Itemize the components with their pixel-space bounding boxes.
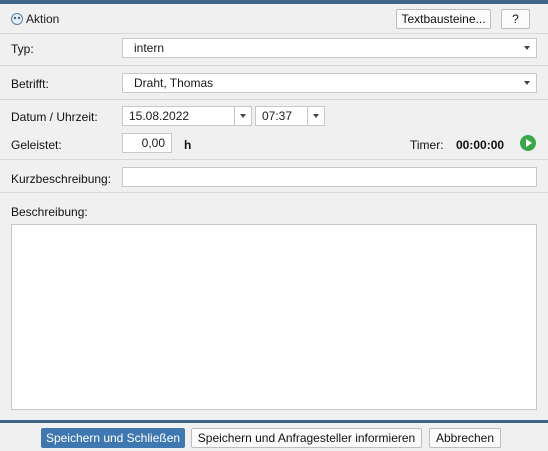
section-header: Aktion xyxy=(11,11,59,27)
divider xyxy=(0,99,548,100)
chevron-down-icon xyxy=(524,46,530,50)
betrifft-label: Betrifft: xyxy=(11,77,49,91)
section-title: Aktion xyxy=(26,12,60,26)
kurzbeschreibung-input[interactable] xyxy=(122,167,537,187)
geleistet-value: 0,00 xyxy=(141,136,165,150)
divider xyxy=(0,33,548,34)
uhrzeit-value: 07:37 xyxy=(262,109,293,123)
top-accent-bar xyxy=(0,0,548,4)
timer-label: Timer: xyxy=(410,138,444,152)
typ-label: Typ: xyxy=(11,42,34,56)
aktion-icon xyxy=(11,13,23,25)
play-icon[interactable] xyxy=(520,135,536,151)
help-button[interactable]: ? xyxy=(501,9,530,29)
datum-label: Datum / Uhrzeit: xyxy=(11,110,98,124)
save-close-button[interactable]: Speichern und Schließen xyxy=(41,428,185,448)
divider xyxy=(0,159,548,160)
timer-value: 00:00:00 xyxy=(456,138,505,152)
datum-input[interactable]: 15.08.2022 xyxy=(122,106,235,126)
geleistet-input[interactable]: 0,00 xyxy=(122,133,172,153)
betrifft-value: Draht, Thomas xyxy=(134,76,214,90)
beschreibung-textarea[interactable] xyxy=(11,224,537,410)
datum-dropdown-button[interactable] xyxy=(234,106,252,126)
beschreibung-label: Beschreibung: xyxy=(11,205,88,219)
typ-value: intern xyxy=(134,41,165,55)
textbausteine-button[interactable]: Textbausteine... xyxy=(396,9,491,29)
datum-value: 15.08.2022 xyxy=(129,109,190,123)
cancel-button[interactable]: Abbrechen xyxy=(429,428,501,448)
divider xyxy=(0,65,548,66)
uhrzeit-dropdown-button[interactable] xyxy=(307,106,325,126)
uhrzeit-input[interactable]: 07:37 xyxy=(255,106,308,126)
save-inform-button[interactable]: Speichern und Anfragesteller informieren xyxy=(191,428,422,448)
chevron-down-icon xyxy=(240,114,246,118)
betrifft-select[interactable]: Draht, Thomas xyxy=(122,73,537,93)
geleistet-label: Geleistet: xyxy=(11,138,62,152)
chevron-down-icon xyxy=(524,81,530,85)
divider xyxy=(0,192,548,193)
chevron-down-icon xyxy=(313,114,319,118)
typ-select[interactable]: intern xyxy=(122,38,537,58)
geleistet-unit: h xyxy=(184,138,192,152)
footer-accent-bar xyxy=(0,420,548,423)
kurzbeschreibung-label: Kurzbeschreibung: xyxy=(11,172,112,186)
